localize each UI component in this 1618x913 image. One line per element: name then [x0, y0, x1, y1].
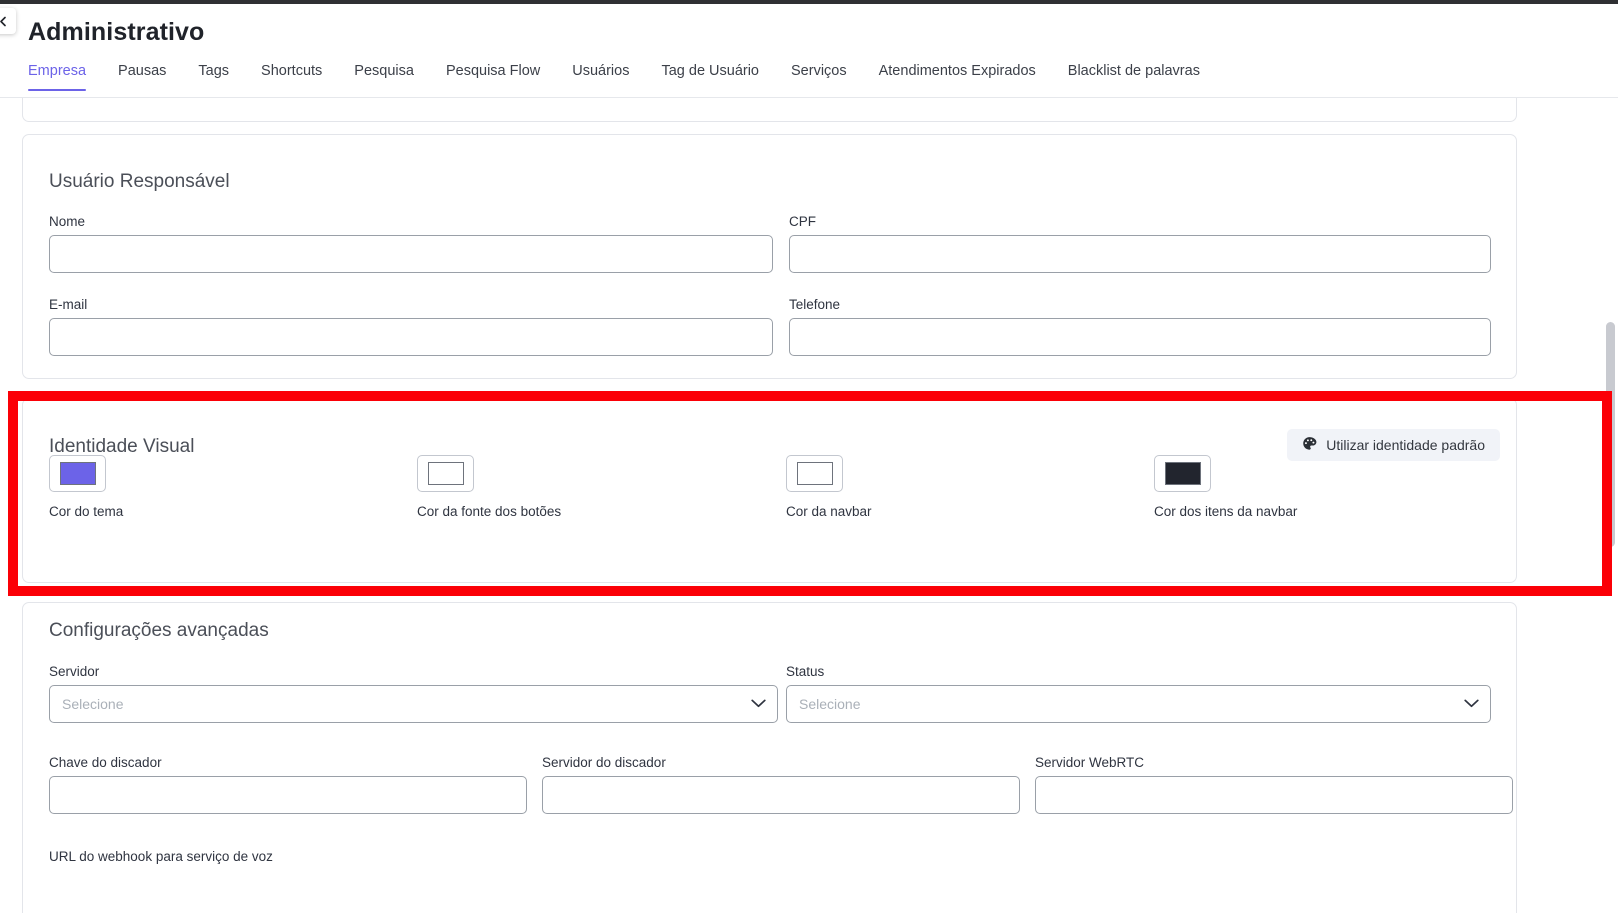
- chave-do-discador-input[interactable]: [49, 776, 527, 814]
- servidor-webrtc-label: Servidor WebRTC: [1035, 755, 1145, 770]
- tab-pesquisa[interactable]: Pesquisa: [338, 62, 430, 91]
- nome-label: Nome: [49, 214, 86, 229]
- tab-tag-de-usuario[interactable]: Tag de Usuário: [645, 62, 775, 91]
- cor-do-tema-chip: [59, 462, 96, 485]
- cor-dos-itens-da-navbar-picker[interactable]: [1154, 455, 1211, 492]
- settings-tabbar: Empresa Pausas Tags Shortcuts Pesquisa P…: [0, 62, 1618, 98]
- window-top-strip: [0, 0, 1618, 4]
- advanced-settings-title: Configurações avançadas: [49, 620, 269, 641]
- swatch-cor-do-tema: Cor do tema: [49, 455, 123, 519]
- cor-do-tema-picker[interactable]: [49, 455, 106, 492]
- tab-blacklist-de-palavras[interactable]: Blacklist de palavras: [1052, 62, 1216, 91]
- cor-da-fonte-dos-botoes-picker[interactable]: [417, 455, 474, 492]
- tab-pesquisa-flow[interactable]: Pesquisa Flow: [430, 62, 556, 91]
- webhook-voz-label: URL do webhook para serviço de voz: [49, 849, 273, 864]
- swatch-cor-dos-itens-da-navbar: Cor dos itens da navbar: [1154, 455, 1297, 519]
- tab-empresa[interactable]: Empresa: [28, 62, 102, 91]
- cor-da-navbar-chip: [796, 462, 833, 485]
- cor-da-fonte-dos-botoes-chip: [427, 462, 464, 485]
- cpf-label: CPF: [789, 214, 816, 229]
- page-scrollbar-thumb[interactable]: [1606, 322, 1615, 547]
- use-default-identity-label: Utilizar identidade padrão: [1326, 437, 1485, 453]
- servidor-select-box[interactable]: Selecione: [49, 685, 778, 723]
- swatch-cor-da-navbar: Cor da navbar: [786, 455, 872, 519]
- nome-input[interactable]: [49, 235, 773, 273]
- email-label: E-mail: [49, 297, 88, 312]
- telefone-label: Telefone: [789, 297, 841, 312]
- visual-identity-card: Identidade Visual Utilizar identidade pa…: [22, 398, 1517, 583]
- status-select[interactable]: Selecione: [786, 685, 1491, 723]
- advanced-settings-card: Configurações avançadas Servidor Selecio…: [22, 602, 1517, 913]
- chevron-left-icon: [0, 16, 9, 27]
- sidebar-collapse-button[interactable]: [0, 8, 16, 34]
- tab-atendimentos-expirados[interactable]: Atendimentos Expirados: [863, 62, 1052, 91]
- cor-dos-itens-da-navbar-chip: [1164, 462, 1201, 485]
- responsible-user-title: Usuário Responsável: [49, 171, 230, 192]
- use-default-identity-button[interactable]: Utilizar identidade padrão: [1287, 429, 1500, 461]
- cor-da-navbar-picker[interactable]: [786, 455, 843, 492]
- swatch-cor-da-fonte-dos-botoes: Cor da fonte dos botões: [417, 455, 561, 519]
- previous-section-card-clipped: [22, 98, 1517, 122]
- tab-shortcuts[interactable]: Shortcuts: [245, 62, 338, 91]
- servidor-do-discador-input[interactable]: [542, 776, 1020, 814]
- status-select-value: Selecione: [799, 696, 861, 712]
- cor-da-fonte-dos-botoes-label: Cor da fonte dos botões: [417, 504, 562, 519]
- servidor-webrtc-input[interactable]: [1035, 776, 1513, 814]
- tab-usuarios[interactable]: Usuários: [556, 62, 645, 91]
- page-title: Administrativo: [28, 18, 205, 46]
- status-label: Status: [786, 664, 825, 679]
- palette-icon: [1302, 436, 1317, 454]
- administrative-settings-page: Administrativo Empresa Pausas Tags Short…: [0, 0, 1618, 913]
- cor-dos-itens-da-navbar-label: Cor dos itens da navbar: [1154, 504, 1298, 519]
- responsible-user-card: Usuário Responsável Nome CPF E-mail Tele…: [22, 134, 1517, 379]
- email-input[interactable]: [49, 318, 773, 356]
- servidor-select-value: Selecione: [62, 696, 124, 712]
- tab-tags[interactable]: Tags: [182, 62, 245, 91]
- telefone-input[interactable]: [789, 318, 1491, 356]
- cor-da-navbar-label: Cor da navbar: [786, 504, 872, 519]
- servidor-select[interactable]: Selecione: [49, 685, 778, 723]
- cpf-input[interactable]: [789, 235, 1491, 273]
- settings-scroll-area[interactable]: Usuário Responsável Nome CPF E-mail Tele…: [0, 98, 1618, 913]
- tab-pausas[interactable]: Pausas: [102, 62, 182, 91]
- cor-do-tema-label: Cor do tema: [49, 504, 124, 519]
- tab-servicos[interactable]: Serviços: [775, 62, 863, 91]
- servidor-do-discador-label: Servidor do discador: [542, 755, 666, 770]
- servidor-label: Servidor: [49, 664, 100, 679]
- status-select-box[interactable]: Selecione: [786, 685, 1491, 723]
- chave-do-discador-label: Chave do discador: [49, 755, 162, 770]
